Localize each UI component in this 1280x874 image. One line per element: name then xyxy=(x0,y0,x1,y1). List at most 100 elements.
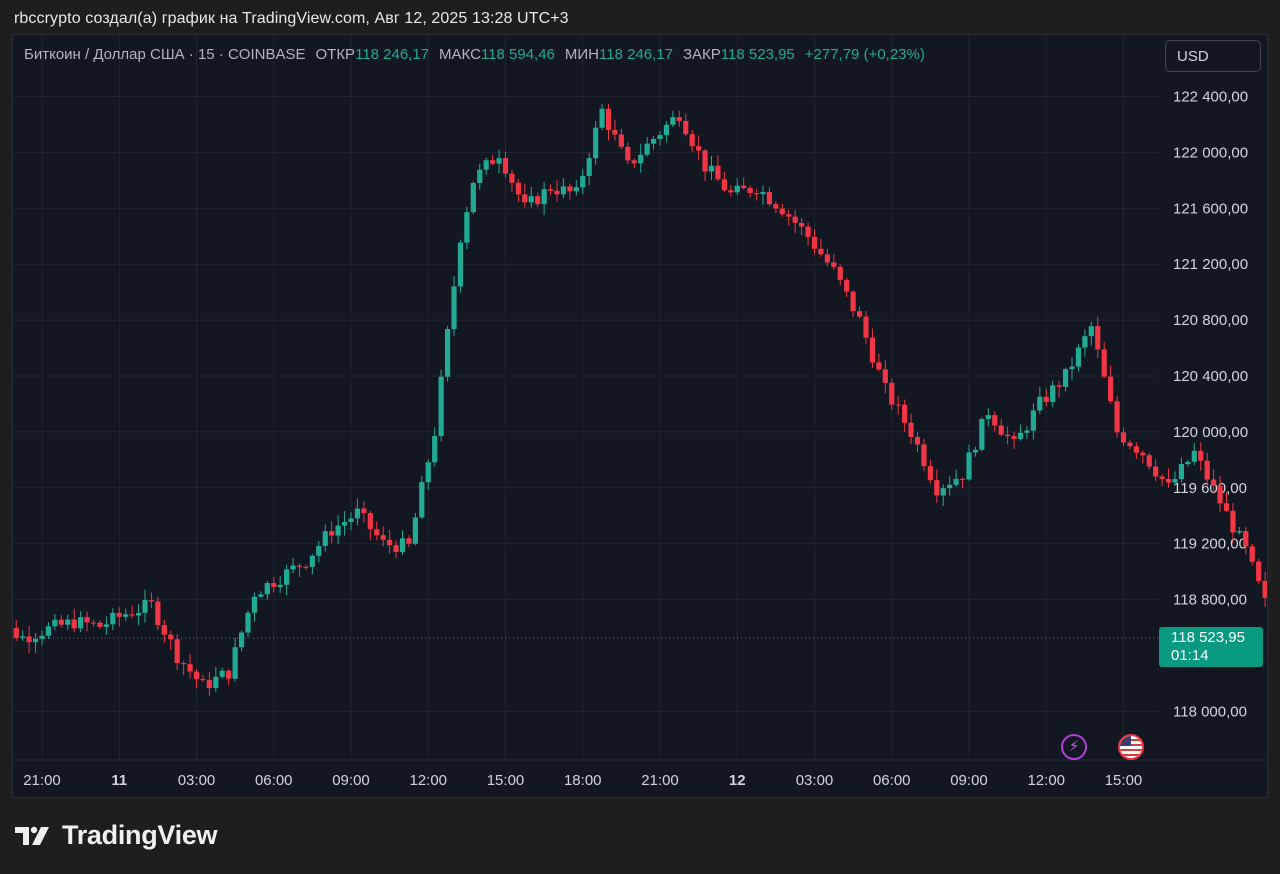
symbol-legend: Биткоин / Доллар США · 15 · COINBASE ОТК… xyxy=(24,46,935,63)
candle-body xyxy=(979,418,985,450)
chart-pane[interactable]: 122 400,00 122 000,00 121 600,00 121 200,00… xyxy=(12,34,1268,798)
low-label: МИН xyxy=(564,46,600,63)
candle-body xyxy=(1108,376,1114,402)
candle-body xyxy=(1211,479,1217,486)
candle-body xyxy=(1062,369,1069,387)
close-value: 118 523,95 xyxy=(720,46,795,63)
candle-body xyxy=(837,266,843,280)
candle-body xyxy=(341,521,348,526)
candle-body xyxy=(966,452,972,480)
tradingview-brand[interactable]: TradingView xyxy=(14,820,218,851)
candle-body xyxy=(702,150,708,172)
candle-body xyxy=(116,612,122,617)
candle-body xyxy=(45,626,52,636)
candle-body xyxy=(464,212,470,243)
candle-body xyxy=(882,369,888,383)
x-tick-label: 12:00 xyxy=(1027,772,1065,789)
high-label: МАКС xyxy=(439,46,481,63)
candle-body xyxy=(245,612,251,633)
candle-body xyxy=(586,158,592,176)
candle-body xyxy=(1262,581,1267,598)
candle-body xyxy=(380,535,386,540)
candle-body xyxy=(1140,452,1146,456)
candle-body xyxy=(676,117,682,121)
candle-body xyxy=(1082,336,1088,348)
candle-body xyxy=(135,612,142,616)
candle-body xyxy=(84,617,90,623)
candle-body xyxy=(206,680,212,689)
candle-body xyxy=(374,529,380,536)
candle-body xyxy=(1095,326,1101,350)
candle-body xyxy=(766,192,773,205)
candle-body xyxy=(496,158,502,164)
candle-body xyxy=(393,545,399,552)
candle-body xyxy=(232,647,238,679)
candle-body xyxy=(309,555,315,567)
candle-body xyxy=(316,546,322,556)
candle-body xyxy=(303,566,309,568)
y-tick-label: 118 800,00 xyxy=(1173,592,1247,609)
candle-body xyxy=(258,594,264,597)
candle-body xyxy=(1236,531,1242,533)
candle-body xyxy=(921,444,927,467)
candle-body xyxy=(811,236,818,249)
candle-body xyxy=(863,316,869,338)
candle-body xyxy=(953,478,959,485)
candle-body xyxy=(522,194,528,203)
candle-body xyxy=(32,638,39,643)
candlestick-chart[interactable]: 122 400,00 122 000,00 121 600,00 121 200,00… xyxy=(13,35,1268,798)
candle-body xyxy=(1204,460,1210,480)
candle-body xyxy=(58,619,64,625)
candle-body xyxy=(638,154,644,164)
candle-body xyxy=(547,189,554,191)
candle-body xyxy=(52,619,58,627)
us-flag-icon[interactable] xyxy=(1118,734,1144,760)
candle-body xyxy=(715,165,721,180)
candle-body xyxy=(1024,430,1030,433)
candle-body xyxy=(1005,434,1011,437)
candle-body xyxy=(168,634,174,640)
candle-body xyxy=(213,676,219,689)
candle-body xyxy=(284,569,290,585)
candle-body xyxy=(515,182,521,195)
candle-body xyxy=(193,671,200,680)
candle-body xyxy=(927,466,933,481)
candle-body xyxy=(1191,450,1197,462)
candle-body xyxy=(908,422,914,437)
candle-body xyxy=(998,425,1004,435)
candle-body xyxy=(219,670,225,677)
candle-body xyxy=(13,627,19,638)
y-tick-label: 120 000,00 xyxy=(1173,424,1248,441)
candle-body xyxy=(110,612,116,625)
candle-body xyxy=(895,404,901,406)
candle-body xyxy=(663,124,670,136)
candle-body xyxy=(148,600,155,602)
candle-body xyxy=(567,186,573,192)
candle-body xyxy=(670,117,676,125)
candle-body xyxy=(1217,485,1223,504)
x-tick-label: 03:00 xyxy=(178,772,216,789)
candle-body xyxy=(605,108,612,130)
candle-body xyxy=(322,531,328,547)
candle-body xyxy=(1256,561,1262,582)
candle-body xyxy=(1101,349,1107,377)
candle-body xyxy=(696,146,702,151)
currency-button[interactable]: USD xyxy=(1165,40,1261,72)
candle-body xyxy=(425,462,431,483)
candle-body xyxy=(1185,461,1191,465)
candle-body xyxy=(876,362,882,370)
candle-body xyxy=(78,617,84,629)
change-value: +277,79 (+0,23%) xyxy=(804,46,925,63)
x-tick-label: 09:00 xyxy=(332,772,370,789)
y-tick-label: 122 000,00 xyxy=(1173,144,1248,161)
candle-body xyxy=(959,478,966,480)
candle-body xyxy=(554,190,560,195)
candle-body xyxy=(335,525,341,536)
lightning-bolt-icon[interactable]: ⚡ xyxy=(1061,734,1087,760)
candle-body xyxy=(535,196,541,205)
candle-body xyxy=(1223,503,1230,511)
candle-body xyxy=(123,614,129,617)
candle-body xyxy=(181,663,187,665)
candle-body xyxy=(799,222,805,227)
symbol-name[interactable]: Биткоин / Доллар США · 15 · COINBASE xyxy=(24,46,305,63)
